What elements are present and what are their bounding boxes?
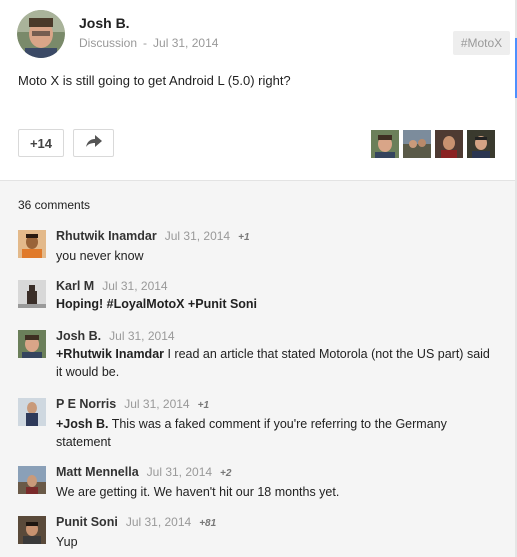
pluser-avatar[interactable] bbox=[403, 130, 431, 158]
comment-plus-count[interactable]: +2 bbox=[220, 468, 231, 479]
comment-date[interactable]: Jul 31, 2014 bbox=[109, 329, 174, 343]
comment-body: Karl M Jul 31, 2014 Hoping! #LoyalMotoX +… bbox=[56, 277, 498, 313]
comment-text: We are getting it. We haven't hit our 18… bbox=[56, 485, 340, 499]
commenter-avatar[interactable] bbox=[18, 280, 46, 308]
comment-date[interactable]: Jul 31, 2014 bbox=[102, 279, 167, 293]
comment-date[interactable]: Jul 31, 2014 bbox=[126, 515, 191, 529]
comment-plus-count[interactable]: +1 bbox=[238, 232, 249, 243]
post-category[interactable]: Discussion bbox=[79, 36, 137, 50]
pluser-avatar[interactable] bbox=[371, 130, 399, 158]
commenter-name[interactable]: Karl M bbox=[56, 279, 94, 293]
comment-text: Yup bbox=[56, 535, 78, 549]
commenter-name[interactable]: P E Norris bbox=[56, 397, 116, 411]
comment-date[interactable]: Jul 31, 2014 bbox=[147, 465, 212, 479]
post-card: Josh B. Discussion - Jul 31, 2014 #MotoX M… bbox=[0, 0, 517, 180]
comment-body: Punit Soni Jul 31, 2014 +81 Yup bbox=[56, 513, 498, 551]
author-avatar[interactable] bbox=[17, 10, 65, 58]
comment-date[interactable]: Jul 31, 2014 bbox=[124, 397, 189, 411]
commenter-avatar[interactable] bbox=[18, 516, 46, 544]
comment-plus-count[interactable]: +1 bbox=[198, 400, 209, 411]
comment-mention[interactable]: +Josh B. bbox=[56, 417, 108, 431]
comment-body: Matt Mennella Jul 31, 2014 +2 We are getti… bbox=[56, 463, 498, 501]
comment-body: Rhutwik Inamdar Jul 31, 2014 +1 you never … bbox=[56, 227, 498, 265]
plus-one-button[interactable]: +14 bbox=[18, 129, 64, 157]
comment-mention[interactable]: +Rhutwik Inamdar bbox=[56, 347, 164, 361]
comment-text: Hoping! #LoyalMotoX +Punit Soni bbox=[56, 297, 258, 311]
comment-plus-count[interactable]: +81 bbox=[199, 518, 216, 529]
comment-count[interactable]: 36 comments bbox=[18, 198, 90, 212]
comment-body: P E Norris Jul 31, 2014 +1 +Josh B. This w… bbox=[56, 395, 498, 451]
meta-separator: - bbox=[143, 36, 148, 50]
commenter-name[interactable]: Josh B. bbox=[56, 329, 101, 343]
commenter-name[interactable]: Matt Mennella bbox=[56, 465, 139, 479]
post-text: Moto X is still going to get Android L (… bbox=[18, 73, 291, 88]
comment-date[interactable]: Jul 31, 2014 bbox=[165, 229, 230, 243]
plusers-avatars bbox=[371, 130, 495, 158]
share-button[interactable] bbox=[73, 129, 114, 157]
comment-text: you never know bbox=[56, 249, 144, 263]
commenter-name[interactable]: Rhutwik Inamdar bbox=[56, 229, 157, 243]
comments-section: 36 comments Rhutwik Inamdar Jul 31, 2014 +… bbox=[0, 181, 515, 557]
commenter-avatar[interactable] bbox=[18, 398, 46, 426]
commenter-avatar[interactable] bbox=[18, 466, 46, 494]
pluser-avatar[interactable] bbox=[467, 130, 495, 158]
commenter-avatar[interactable] bbox=[18, 330, 46, 358]
commenter-avatar[interactable] bbox=[18, 230, 46, 258]
pluser-avatar[interactable] bbox=[435, 130, 463, 158]
comment-text: This was a faked comment if you're refer… bbox=[56, 417, 447, 449]
commenter-name[interactable]: Punit Soni bbox=[56, 515, 118, 529]
hashtag-chip[interactable]: #MotoX bbox=[453, 31, 510, 55]
post-date[interactable]: Jul 31, 2014 bbox=[153, 36, 218, 50]
post-author[interactable]: Josh B. bbox=[79, 15, 130, 31]
post-meta: Discussion - Jul 31, 2014 bbox=[79, 36, 218, 50]
share-arrow-icon bbox=[85, 134, 102, 152]
comment-body: Josh B. Jul 31, 2014 +Rhutwik Inamdar I r… bbox=[56, 327, 498, 381]
